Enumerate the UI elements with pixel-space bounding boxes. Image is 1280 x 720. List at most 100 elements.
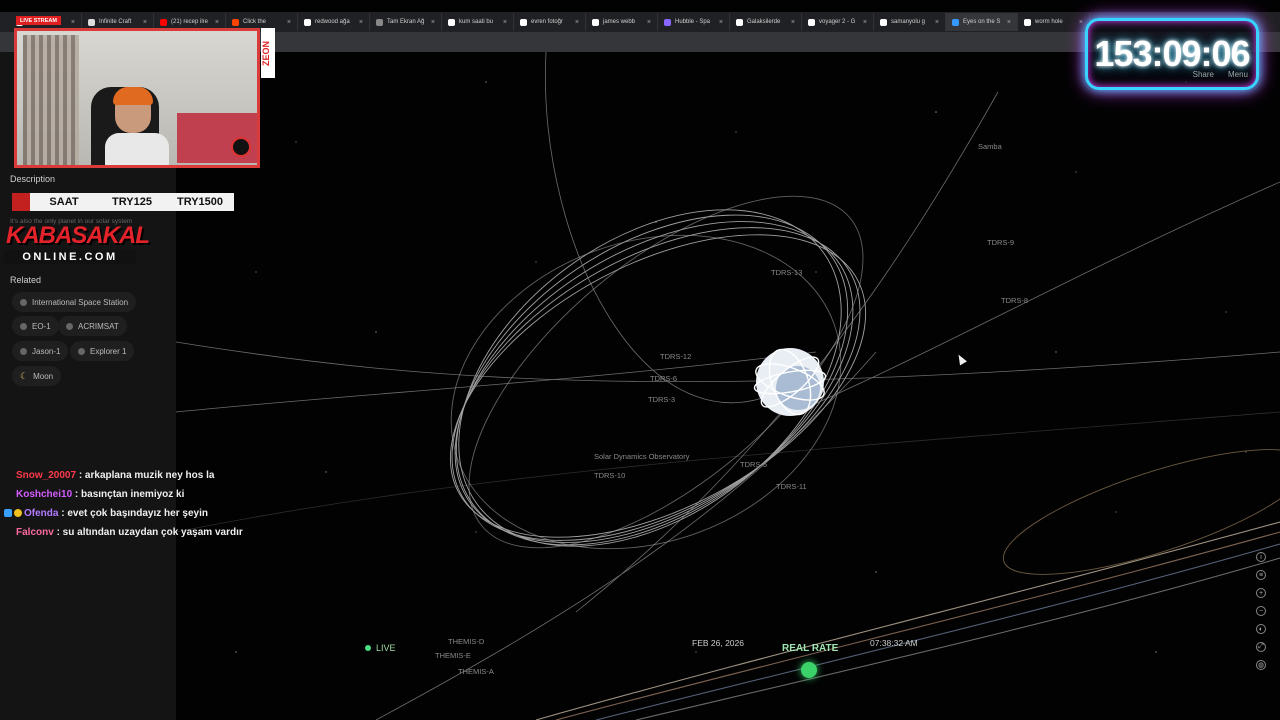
view-toolbar: i ≡ + − ◐ ⤢ ◍ [1254, 552, 1268, 670]
browser-tab[interactable]: Galaksilerde × [730, 13, 802, 31]
browser-tab[interactable]: worm hole × [1018, 13, 1090, 31]
satellite-label[interactable]: Samba [978, 142, 1002, 151]
sponsor-logo: KABASAKAL ONLINE.COM [2, 222, 150, 268]
fullscreen-icon[interactable]: ⤢ [1256, 642, 1266, 652]
tab-close-icon[interactable]: × [359, 19, 363, 26]
live-stream-badge: LIVE STREAM [16, 16, 61, 25]
tab-label: Infinite Craft [99, 19, 132, 25]
tab-favicon-icon [304, 18, 311, 26]
tab-close-icon[interactable]: × [719, 19, 723, 26]
tab-close-icon[interactable]: × [863, 19, 867, 26]
info-icon[interactable]: i [1256, 552, 1266, 562]
browser-tab[interactable]: james webb × [586, 13, 658, 31]
tab-close-icon[interactable]: × [287, 19, 291, 26]
tab-close-icon[interactable]: × [575, 19, 579, 26]
satellite-label[interactable]: TDRS-13 [771, 268, 802, 277]
orbit-canvas[interactable] [176, 52, 1280, 720]
share-button[interactable]: Share [1193, 70, 1214, 79]
browser-tab[interactable]: Tam Ekran Ağ × [370, 13, 442, 31]
lighting-icon[interactable]: ◐ [1256, 624, 1266, 634]
chat-username[interactable]: Falconv [16, 527, 54, 538]
satellite-label[interactable]: THEMIS-E [435, 651, 471, 660]
tab-label: redwood ağa [315, 19, 350, 25]
tab-favicon-icon [160, 18, 167, 26]
tab-label: Hubble - Spa [675, 19, 711, 25]
tab-label: worm hole [1035, 19, 1063, 25]
related-chip-eo1[interactable]: EO-1 [12, 316, 59, 336]
time-rate-slider[interactable] [801, 662, 817, 678]
satellite-label[interactable]: Solar Dynamics Observatory [594, 452, 689, 461]
tab-label: evren fotoğr [531, 19, 564, 25]
tab-label: Galaksilerde [747, 19, 781, 25]
earth-globe[interactable] [751, 344, 828, 420]
price-value-2: TRY1500 [176, 196, 224, 208]
tab-label: samanyolu g [891, 19, 926, 25]
related-chip-moon[interactable]: ☾ Moon [12, 366, 62, 386]
time-display[interactable]: 07:38:32 AM [870, 638, 918, 648]
tab-close-icon[interactable]: × [1079, 19, 1083, 26]
satellite-label[interactable]: THEMIS-A [458, 667, 494, 676]
zoom-in-icon[interactable]: + [1256, 588, 1266, 598]
tab-favicon-icon [592, 18, 599, 26]
zoom-out-icon[interactable]: − [1256, 606, 1266, 616]
tab-close-icon[interactable]: × [647, 19, 651, 26]
tab-close-icon[interactable]: × [431, 19, 435, 26]
browser-tab[interactable]: evren fotoğr × [514, 13, 586, 31]
browser-tab[interactable]: samanyolu g × [874, 13, 946, 31]
satellite-label[interactable]: TDRS-10 [594, 471, 625, 480]
browser-tab[interactable]: redwood ağa × [298, 13, 370, 31]
tab-favicon-icon [664, 18, 671, 26]
stream-timer: 153:09:06 Share Menu [1085, 18, 1259, 90]
chat-text: : evet çok başındayız her şeyin [61, 508, 208, 519]
sponsor-logo-title: KABASAKAL [6, 222, 150, 249]
tab-close-icon[interactable]: × [71, 19, 75, 26]
tab-close-icon[interactable]: × [143, 19, 147, 26]
price-value-1: TRY125 [112, 196, 152, 208]
chat-username[interactable]: Ofenda [24, 508, 58, 519]
space-scene[interactable] [176, 52, 1280, 720]
satellite-label[interactable]: THEMIS-D [448, 637, 484, 646]
layers-icon[interactable]: ≡ [1256, 570, 1266, 580]
tab-close-icon[interactable]: × [215, 19, 219, 26]
satellite-label[interactable]: TDRS-3 [648, 395, 675, 404]
related-chip-jason1[interactable]: Jason-1 [12, 341, 69, 361]
browser-tab[interactable]: Eyes on the S × [946, 13, 1018, 31]
satellite-label[interactable]: TDRS-12 [660, 352, 691, 361]
satellite-label[interactable]: TDRS-5 [740, 460, 767, 469]
chat-username[interactable]: Koshchei10 [16, 489, 72, 500]
zeon-logo: ZEON [261, 28, 275, 78]
tab-label: kum saati bu [459, 19, 494, 25]
tab-favicon-icon [736, 18, 743, 26]
tab-favicon-icon [808, 18, 815, 26]
browser-tab[interactable]: voyager 2 - G × [802, 13, 874, 31]
live-button[interactable]: LIVE [365, 643, 396, 653]
tab-close-icon[interactable]: × [791, 19, 795, 26]
tab-close-icon[interactable]: × [503, 19, 507, 26]
vr-icon[interactable]: ◍ [1256, 660, 1266, 670]
chat-overlay: Snow_20007 : arkaplana muzik ney hos la K… [4, 466, 304, 542]
tab-close-icon[interactable]: × [935, 19, 939, 26]
date-display[interactable]: FEB 26, 2026 [692, 638, 744, 648]
related-chip-iss[interactable]: International Space Station [12, 292, 137, 312]
tab-favicon-icon [952, 18, 959, 26]
menu-button[interactable]: Menu [1228, 70, 1248, 79]
chat-message: Falconv : su altından uzaydan çok yaşam … [4, 523, 304, 542]
satellite-label[interactable]: TDRS-8 [1001, 296, 1028, 305]
browser-tab[interactable]: kum saati bu × [442, 13, 514, 31]
related-chip-acrimsat[interactable]: ACRIMSAT [58, 316, 127, 336]
tab-favicon-icon [376, 18, 383, 26]
sponsor-logo-sub: ONLINE.COM [4, 250, 136, 264]
related-chip-explorer1[interactable]: Explorer 1 [70, 341, 135, 361]
tab-favicon-icon [448, 18, 455, 26]
satellite-label[interactable]: TDRS-11 [776, 482, 807, 491]
chat-text: : arkaplana muzik ney hos la [78, 470, 215, 481]
tab-close-icon[interactable]: × [1007, 19, 1011, 26]
tab-label: voyager 2 - G [819, 19, 856, 25]
timer-value: 153:09:06 [1094, 33, 1250, 74]
chat-username[interactable]: Snow_20007 [16, 470, 76, 481]
tab-favicon-icon [520, 18, 527, 26]
related-heading: Related [10, 275, 42, 285]
satellite-label[interactable]: TDRS-9 [987, 238, 1014, 247]
satellite-label[interactable]: TDRS-6 [650, 374, 677, 383]
browser-tab[interactable]: Hubble - Spa × [658, 13, 730, 31]
